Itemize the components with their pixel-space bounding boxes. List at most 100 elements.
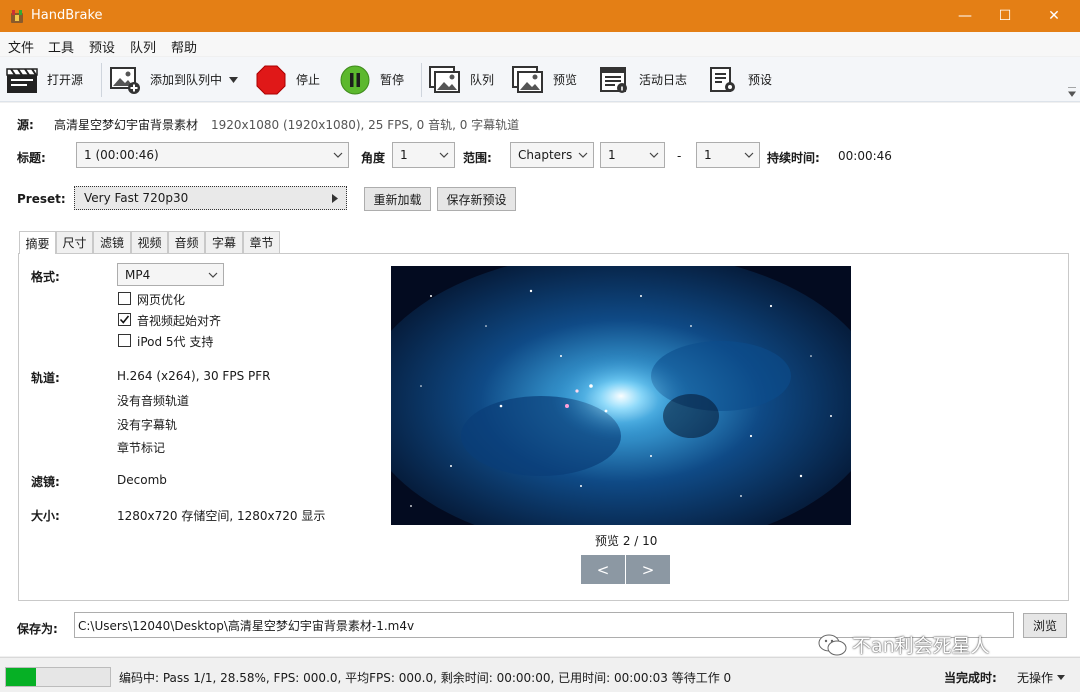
stop-button[interactable]: 停止: [254, 57, 320, 102]
preview-button[interactable]: 预览: [511, 57, 577, 102]
watermark: 不an利会死星人: [818, 631, 990, 658]
range-dash: -: [677, 149, 682, 163]
track-chapters: 章节标记: [117, 441, 166, 455]
range-type-value: Chapters: [518, 148, 573, 162]
title-label: 标题:: [17, 151, 46, 165]
preview-next-button[interactable]: >: [626, 555, 670, 584]
tab-summary[interactable]: 摘要: [19, 231, 56, 254]
wechat-icon: [818, 634, 847, 655]
queue-label: 队列: [470, 73, 495, 87]
chevron-down-icon: [333, 152, 343, 158]
tab-video[interactable]: 视频: [131, 231, 168, 253]
ipod-support-checkbox[interactable]: [118, 334, 131, 347]
preset-select[interactable]: Very Fast 720p30: [74, 186, 347, 210]
add-image-icon: [108, 63, 142, 97]
chevron-down-icon: [578, 152, 588, 158]
activity-log-icon: [597, 63, 631, 97]
web-optimized-label: 网页优化: [137, 293, 186, 307]
maximize-button[interactable]: ☐: [982, 0, 1028, 32]
pause-label: 暂停: [380, 73, 405, 87]
queue-button[interactable]: 队列: [428, 57, 494, 102]
size-value: 1280x720 存储空间, 1280x720 显示: [117, 509, 326, 523]
menu-bar: 文件 工具 预设 队列 帮助: [0, 32, 1080, 56]
chevron-right-icon: [332, 194, 338, 203]
tab-dimensions[interactable]: 尺寸: [56, 231, 93, 253]
preview-image: [391, 266, 851, 525]
align-av-label: 音视频起始对齐: [137, 314, 222, 328]
toolbar: 打开源 添加到队列中 停止 暂停 队列 预览 活动日志 预设: [0, 57, 1080, 102]
tab-chapters[interactable]: 章节: [243, 231, 280, 253]
range-type-select[interactable]: Chapters: [510, 142, 594, 168]
browse-button[interactable]: 浏览: [1023, 613, 1067, 638]
toolbar-overflow-icon[interactable]: [1068, 87, 1076, 97]
encode-progress-bar: [5, 667, 111, 687]
format-select[interactable]: MP4: [117, 263, 224, 286]
window-title: HandBrake: [31, 8, 103, 23]
tab-filters[interactable]: 滤镜: [93, 231, 131, 253]
chevron-down-icon: [439, 152, 449, 158]
open-source-label: 打开源: [47, 73, 84, 87]
filters-value: Decomb: [117, 473, 167, 487]
activity-log-button[interactable]: 活动日志: [597, 57, 687, 102]
when-done-label: 当完成时:: [944, 671, 997, 685]
close-button[interactable]: ✕: [1031, 0, 1077, 32]
queue-icon: [428, 63, 462, 97]
menu-presets[interactable]: 预设: [89, 37, 115, 56]
stop-icon: [254, 63, 288, 97]
dropdown-arrow-icon[interactable]: [229, 76, 239, 83]
title-select[interactable]: 1 (00:00:46): [76, 142, 349, 168]
when-done-select[interactable]: 无操作: [1017, 669, 1066, 686]
angle-select[interactable]: 1: [392, 142, 455, 168]
handbrake-logo-icon: [11, 10, 23, 23]
toolbar-separator: [421, 63, 422, 97]
range-start-select[interactable]: 1: [600, 142, 665, 168]
menu-file[interactable]: 文件: [8, 37, 34, 56]
angle-select-value: 1: [400, 148, 408, 162]
source-info: 1920x1080 (1920x1080), 25 FPS, 0 音轨, 0 字…: [211, 118, 520, 132]
pause-icon: [338, 63, 372, 97]
angle-label: 角度: [361, 151, 386, 165]
track-audio: 没有音频轨道: [117, 394, 190, 408]
open-source-button[interactable]: 打开源: [5, 57, 83, 102]
align-av-checkbox[interactable]: [118, 313, 131, 326]
title-bar: HandBrake — ☐ ✕: [0, 0, 1080, 32]
preview-counter: 预览 2 / 10: [595, 534, 658, 548]
status-bar: 编码中: Pass 1/1, 28.58%, FPS: 000.0, 平均FPS…: [0, 657, 1080, 692]
tab-subtitles[interactable]: 字幕: [205, 231, 243, 253]
encode-status-text: 编码中: Pass 1/1, 28.58%, FPS: 000.0, 平均FPS…: [119, 671, 732, 685]
web-optimized-checkbox[interactable]: [118, 292, 131, 305]
menu-help[interactable]: 帮助: [171, 37, 197, 56]
range-start-value: 1: [608, 148, 616, 162]
track-video: H.264 (x264), 30 FPS PFR: [117, 369, 271, 383]
main-content: 源: 高清星空梦幻宇宙背景素材 1920x1080 (1920x1080), 2…: [0, 103, 1080, 658]
menu-queue[interactable]: 队列: [130, 37, 156, 56]
preset-label: Preset:: [17, 192, 66, 206]
tracks-label: 轨道:: [31, 371, 60, 385]
ipod-support-label: iPod 5代 支持: [137, 335, 214, 349]
dropdown-arrow-icon: [1057, 675, 1066, 680]
presets-button[interactable]: 预设: [706, 57, 772, 102]
preview-prev-button[interactable]: <: [581, 555, 625, 584]
encode-progress-fill: [6, 668, 36, 686]
preview-icon: [511, 63, 545, 97]
format-label: 格式:: [31, 270, 60, 284]
presets-label: 预设: [748, 73, 773, 87]
source-label: 源:: [17, 118, 34, 132]
presets-icon: [706, 63, 740, 97]
pause-button[interactable]: 暂停: [338, 57, 404, 102]
range-end-value: 1: [704, 148, 712, 162]
close-icon: ✕: [1048, 8, 1060, 24]
chevron-right-icon: >: [641, 560, 655, 579]
menu-tools[interactable]: 工具: [48, 37, 74, 56]
range-end-select[interactable]: 1: [696, 142, 760, 168]
reload-preset-button[interactable]: 重新加载: [364, 187, 431, 211]
save-new-preset-button[interactable]: 保存新预设: [437, 187, 516, 211]
tab-audio[interactable]: 音频: [168, 231, 205, 253]
maximize-icon: ☐: [998, 8, 1012, 24]
size-label: 大小:: [31, 509, 60, 523]
filters-label: 滤镜:: [31, 475, 60, 489]
checkmark-icon: [119, 315, 130, 324]
add-to-queue-button[interactable]: 添加到队列中: [108, 57, 239, 102]
minimize-icon: —: [958, 8, 972, 24]
add-to-queue-label: 添加到队列中: [150, 73, 223, 87]
